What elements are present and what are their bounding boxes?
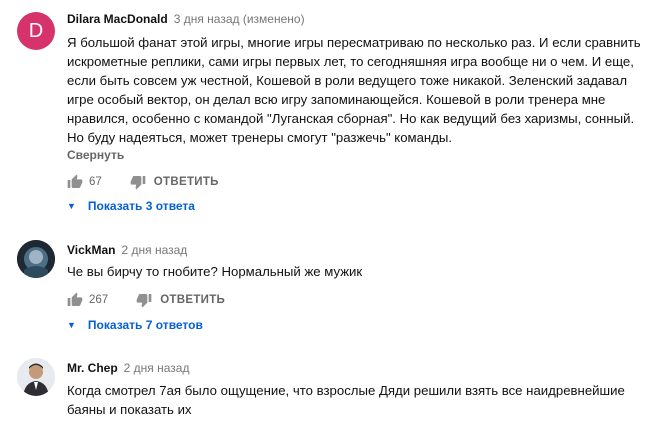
author-name[interactable]: Dilara MacDonald xyxy=(67,12,168,26)
comment-text: Че вы бирчу то гнобите? Нормальный же му… xyxy=(67,264,363,279)
chevron-down-icon: ▼ xyxy=(67,201,76,211)
show-replies-label: Показать 7 ответов xyxy=(87,318,203,332)
collapse-button[interactable]: Свернуть xyxy=(67,148,124,162)
comment-author[interactable]: VickMan 2 дня назад xyxy=(67,243,187,257)
reply-button[interactable]: ОТВЕТИТЬ xyxy=(154,176,219,188)
avatar[interactable]: D xyxy=(17,12,55,50)
thumbs-up-icon[interactable] xyxy=(67,174,83,190)
like-count: 67 xyxy=(89,176,102,188)
show-replies-button[interactable]: ▼ Показать 7 ответов xyxy=(67,318,203,332)
comment-text: Я большой фанат этой игры, многие игры п… xyxy=(67,35,641,145)
comment-actions: 267 ОТВЕТИТЬ xyxy=(67,290,225,310)
show-replies-button[interactable]: ▼ Показать 3 ответа xyxy=(67,199,195,213)
thumbs-up-icon[interactable] xyxy=(67,292,83,308)
avatar[interactable] xyxy=(17,358,55,396)
comment-actions: 67 ОТВЕТИТЬ xyxy=(67,172,219,192)
comment-time[interactable]: 2 дня назад xyxy=(124,361,190,375)
avatar[interactable] xyxy=(17,240,55,278)
comment-time[interactable]: 3 дня назад (изменено) xyxy=(174,12,305,26)
reply-button[interactable]: ОТВЕТИТЬ xyxy=(160,294,225,306)
show-replies-label: Показать 3 ответа xyxy=(87,199,195,213)
comment-time[interactable]: 2 дня назад xyxy=(121,243,187,257)
comment-author[interactable]: Dilara MacDonald 3 дня назад (изменено) xyxy=(67,12,305,26)
comment-author[interactable]: Mr. Chep 2 дня назад xyxy=(67,361,189,375)
author-name[interactable]: VickMan xyxy=(67,243,115,257)
like-count: 267 xyxy=(89,294,109,306)
thumbs-down-icon[interactable] xyxy=(136,292,152,308)
comment-text: Когда смотрел 7ая было ощущение, что взр… xyxy=(67,383,625,417)
chevron-down-icon: ▼ xyxy=(67,320,76,330)
author-name[interactable]: Mr. Chep xyxy=(67,361,118,375)
thumbs-down-icon[interactable] xyxy=(130,174,146,190)
